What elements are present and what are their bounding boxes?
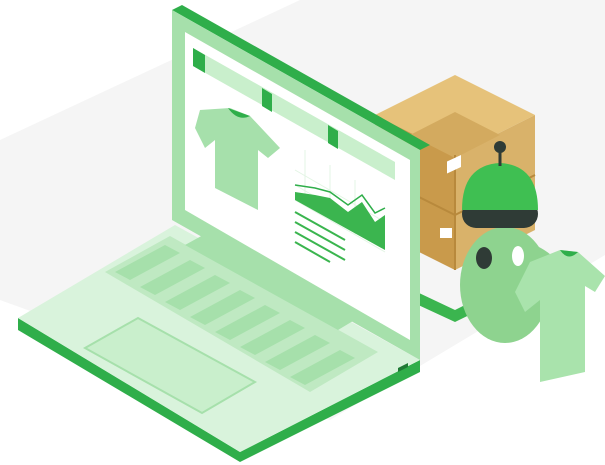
robot-eye-left: [476, 247, 492, 269]
robot-eye-right: [512, 246, 524, 266]
ecommerce-illustration: [0, 0, 605, 465]
robot-antenna-tip: [494, 141, 506, 153]
